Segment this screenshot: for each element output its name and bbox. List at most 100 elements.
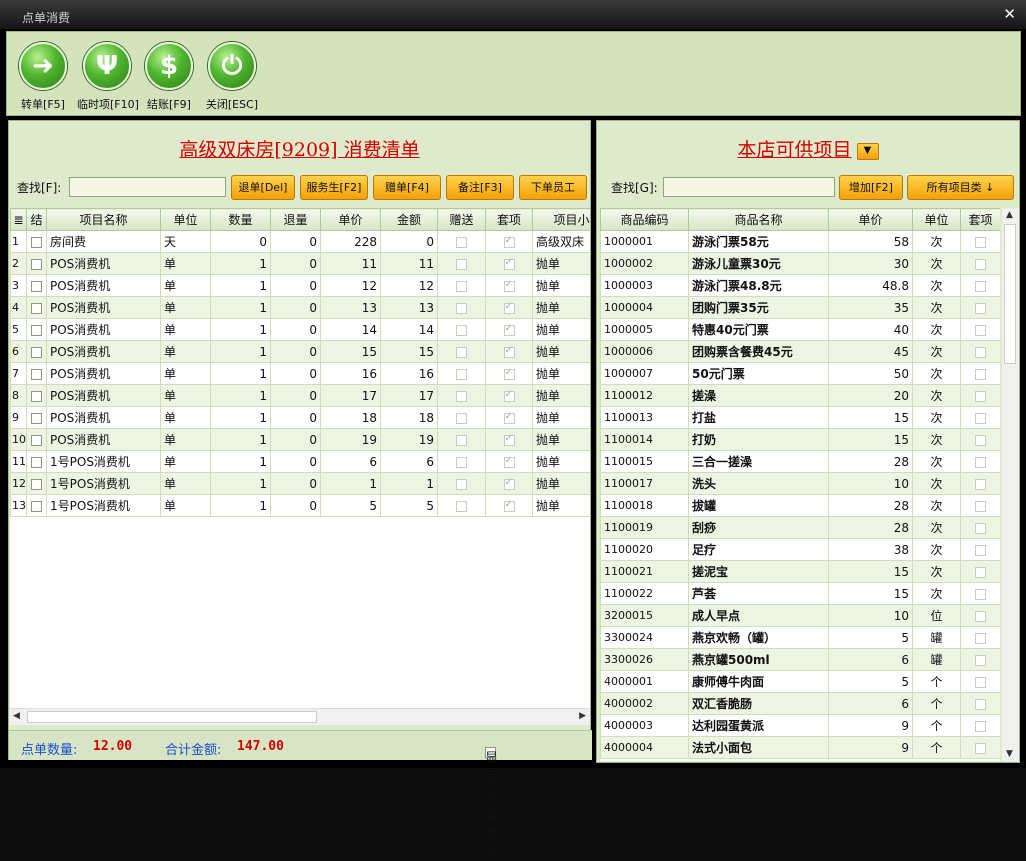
package-cell[interactable] [960,582,1000,605]
available-item-row[interactable]: 1100013 打盐 15 次 [600,406,1000,429]
gift-cell[interactable] [437,230,486,253]
package-cell[interactable] [960,472,1000,495]
scroll-left-icon[interactable]: ◀ [13,711,20,721]
gift-cell[interactable] [437,340,486,363]
package-cell[interactable] [960,340,1000,363]
item-quantity[interactable]: 1 [210,362,271,385]
consumption-row[interactable]: 10POS消费机单101919抛单 [10,428,590,451]
remark-button[interactable]: 备注[F3] [446,175,514,200]
checkout-button[interactable]: $ 结账[F9] [139,42,199,112]
settle-cell[interactable] [26,406,47,429]
package-cell[interactable] [960,362,1000,385]
column-header[interactable]: 退量 [270,208,321,231]
consumption-row[interactable]: 2POS消费机单101111抛单 [10,252,590,275]
column-header[interactable]: 赠送 [437,208,486,231]
gift-checkbox[interactable] [456,478,467,490]
package-cell[interactable] [960,450,1000,473]
item-returned[interactable]: 0 [270,274,321,297]
item-returned[interactable]: 0 [270,318,321,341]
package-checkbox[interactable] [975,742,986,754]
package-cell[interactable] [960,230,1000,253]
category-filter-button[interactable]: 所有项目类 ↓ [907,175,1014,200]
item-returned[interactable]: 0 [270,428,321,451]
settle-checkbox[interactable] [31,478,42,490]
item-quantity[interactable]: 0 [210,230,271,253]
available-item-row[interactable]: 1000004 团购门票35元 35 次 [600,296,1000,319]
gift-cell[interactable] [437,450,486,473]
available-item-row[interactable]: 1000005 特惠40元门票 40 次 [600,318,1000,341]
package-cell[interactable] [960,670,1000,693]
available-item-row[interactable]: 1100018 拔罐 28 次 [600,494,1000,517]
item-quantity[interactable]: 1 [210,296,271,319]
item-quantity[interactable]: 1 [210,274,271,297]
available-item-row[interactable]: 3200015 成人早点 10 位 [600,604,1000,627]
column-header[interactable]: 数量 [210,208,271,231]
available-item-row[interactable]: 1000007 50元门票 50 次 [600,362,1000,385]
available-item-row[interactable]: 3300024 燕京欢畅（罐） 5 罐 [600,626,1000,649]
title-bar[interactable]: 点单消费 ✕ [0,0,1026,30]
consumption-row[interactable]: 9POS消费机单101818抛单 [10,406,590,429]
package-checkbox[interactable] [975,280,986,292]
package-cell[interactable] [960,538,1000,561]
settle-checkbox[interactable] [31,390,42,402]
gift-checkbox[interactable] [456,368,467,380]
item-returned[interactable]: 0 [270,252,321,275]
item-quantity[interactable]: 1 [210,494,271,517]
gift-checkbox[interactable] [456,236,467,248]
settle-checkbox[interactable] [31,280,42,292]
item-quantity[interactable]: 1 [210,472,271,495]
column-header[interactable]: 单价 [828,208,913,231]
item-returned[interactable]: 0 [270,362,321,385]
gift-cell[interactable] [437,252,486,275]
available-item-row[interactable]: 1000001 游泳门票58元 58 次 [600,230,1000,253]
right-search-input[interactable] [663,177,835,197]
refund-button[interactable]: 退单[Del] [231,175,295,200]
package-checkbox[interactable] [975,434,986,446]
column-header[interactable]: 项目名称 [46,208,161,231]
package-cell[interactable] [960,318,1000,341]
available-item-row[interactable]: 3300026 燕京罐500ml 6 罐 [600,648,1000,671]
settle-cell[interactable] [26,450,47,473]
order-staff-button[interactable]: 下单员工 [519,175,587,200]
item-quantity[interactable]: 1 [210,406,271,429]
package-checkbox[interactable] [975,566,986,578]
item-quantity[interactable]: 1 [210,450,271,473]
row-selector-header[interactable]: ≣ [10,208,27,231]
item-quantity[interactable]: 1 [210,252,271,275]
waiter-button[interactable]: 服务生[F2] [300,175,368,200]
transfer-button[interactable]: ➜ 转单[F5] [13,42,73,112]
available-item-row[interactable]: 4000002 双汇香脆肠 6 个 [600,692,1000,715]
column-header[interactable]: 商品编码 [600,208,689,231]
package-cell[interactable] [960,296,1000,319]
package-cell[interactable] [960,692,1000,715]
package-cell[interactable] [960,736,1000,759]
available-item-row[interactable]: 1000002 游泳儿童票30元 30 次 [600,252,1000,275]
package-checkbox[interactable] [975,412,986,424]
package-cell[interactable] [960,494,1000,517]
consumption-row[interactable]: 111号POS消费机单1066抛单 [10,450,590,473]
package-checkbox[interactable] [975,258,986,270]
available-item-row[interactable]: 1000003 游泳门票48.8元 48.8 次 [600,274,1000,297]
settle-checkbox[interactable] [31,456,42,468]
settle-cell[interactable] [26,296,47,319]
consumption-row[interactable]: 4POS消费机单101313抛单 [10,296,590,319]
left-search-input[interactable] [69,177,226,197]
settle-checkbox[interactable] [31,434,42,446]
package-checkbox[interactable] [975,610,986,622]
settle-cell[interactable] [26,274,47,297]
package-checkbox[interactable] [975,654,986,666]
gift-checkbox[interactable] [456,412,467,424]
column-header[interactable]: 项目小 [532,208,590,231]
package-checkbox[interactable] [975,324,986,336]
vertical-scrollbar[interactable]: ▲ ▼ [1002,208,1019,761]
package-checkbox[interactable] [975,698,986,710]
package-checkbox[interactable] [975,236,986,248]
settle-checkbox[interactable] [31,346,42,358]
package-checkbox[interactable] [975,632,986,644]
package-checkbox[interactable] [975,544,986,556]
gift-checkbox[interactable] [456,456,467,468]
package-cell[interactable] [960,274,1000,297]
gift-button[interactable]: 赠单[F4] [373,175,441,200]
gift-cell[interactable] [437,384,486,407]
item-quantity[interactable]: 1 [210,384,271,407]
